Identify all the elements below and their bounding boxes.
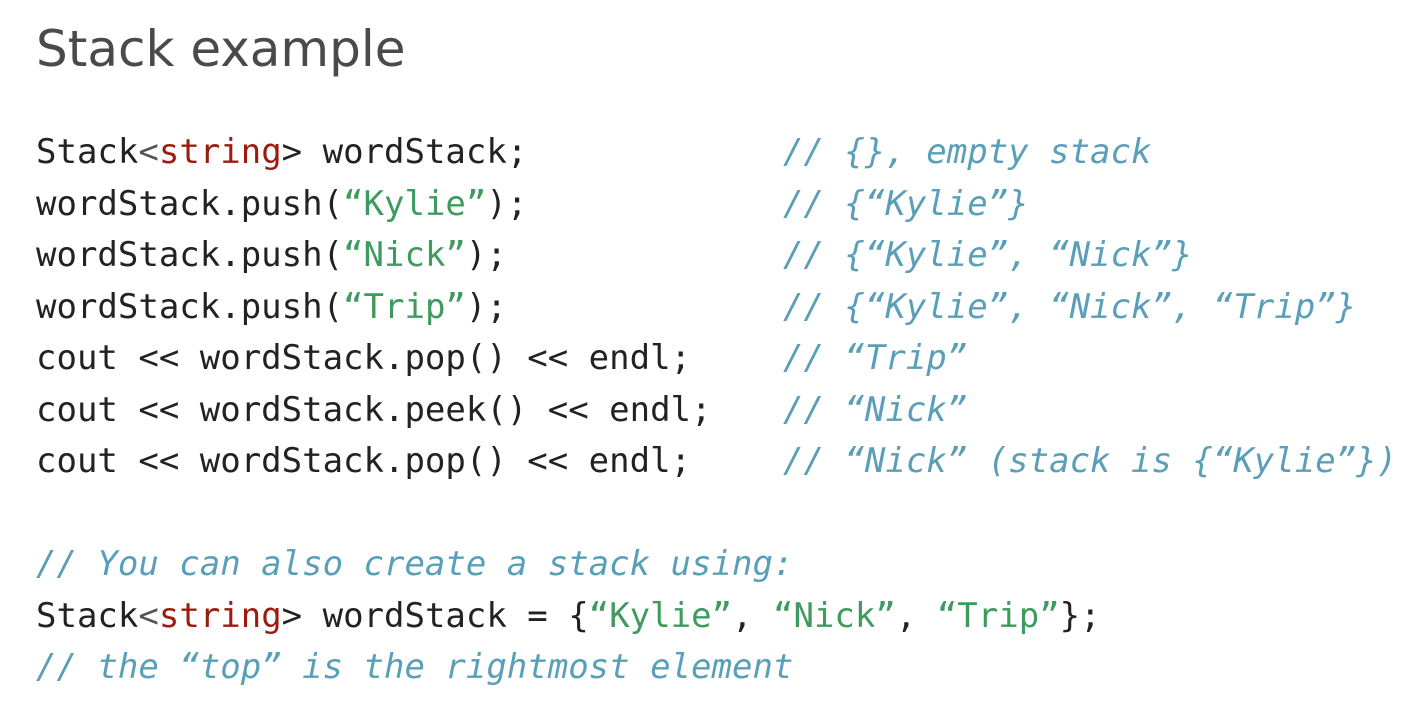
string-literal: Kylie bbox=[363, 183, 466, 224]
code-text: cout << wordStack.pop() << endl; bbox=[36, 338, 692, 378]
string-literal: Trip bbox=[363, 286, 446, 327]
code-line-pop: cout << wordStack.pop() << endl; // “Trip… bbox=[36, 333, 1101, 385]
code-comment: // {}, empty stack bbox=[783, 132, 1152, 172]
code-line-pop-again: cout << wordStack.pop() << endl; // “Nick… bbox=[36, 436, 1397, 488]
code-comment: // “Nick” (stack is {“Kylie”}) bbox=[783, 441, 1398, 481]
string-quote: ” bbox=[711, 595, 733, 636]
angle-bracket-open: < bbox=[138, 132, 159, 172]
slide-title: Stack example bbox=[36, 20, 406, 78]
string-quote: “ bbox=[343, 183, 364, 224]
type-keyword: string bbox=[158, 595, 282, 636]
code-line-declare-stack: Stack<string> wordStack; // {}, empty sta… bbox=[36, 127, 1151, 179]
string-literal: Nick bbox=[363, 235, 446, 275]
code-text: , bbox=[895, 595, 937, 636]
code-text: Stack bbox=[36, 132, 139, 172]
code-line-initializer-list: Stack<string> wordStack = {“Kylie”, “Nic… bbox=[36, 591, 1101, 643]
string-quote: ” bbox=[465, 183, 487, 224]
string-quote: ” bbox=[875, 595, 896, 636]
code-comment: // {“Kylie”, “Nick”, “Trip”} bbox=[783, 286, 1357, 327]
code-text: Stack bbox=[36, 595, 139, 636]
string-quote: “ bbox=[773, 595, 794, 636]
code-text: ); bbox=[486, 183, 528, 224]
code-text: > wordStack; bbox=[281, 132, 528, 172]
code-comment: // the “top” is the rightmost element bbox=[36, 647, 794, 687]
code-text: ); bbox=[465, 286, 507, 327]
code-text: > wordStack = { bbox=[281, 595, 589, 636]
string-quote: “ bbox=[588, 595, 610, 636]
code-text: cout << wordStack.peek() << endl; bbox=[36, 389, 712, 430]
code-line-push-trip: wordStack.push(“Trip”); // {“Kylie”, “Nic… bbox=[36, 282, 1356, 334]
code-text: , bbox=[732, 595, 773, 636]
string-quote: ” bbox=[445, 235, 466, 275]
string-quote: “ bbox=[343, 235, 364, 275]
code-comment: // “Nick” bbox=[783, 389, 968, 430]
code-line-push-kylie: wordStack.push(“Kylie”); // {“Kylie”} bbox=[36, 179, 1101, 231]
string-literal: Trip bbox=[957, 595, 1040, 636]
string-quote: “ bbox=[343, 286, 364, 327]
string-quote: “ bbox=[936, 595, 958, 636]
code-text: cout << wordStack.pop() << endl; bbox=[36, 441, 692, 481]
type-keyword: string bbox=[158, 132, 282, 172]
code-line-push-nick: wordStack.push(“Nick”); // {“Kylie”, “Nic… bbox=[36, 230, 1192, 282]
code-comment: // {“Kylie”} bbox=[783, 183, 1029, 224]
code-text: ); bbox=[465, 235, 507, 275]
code-line-peek: cout << wordStack.peek() << endl; // “Nic… bbox=[36, 385, 1101, 437]
code-text: }; bbox=[1059, 595, 1101, 636]
code-text: wordStack.push( bbox=[36, 286, 344, 327]
angle-bracket-open: < bbox=[138, 595, 159, 636]
code-comment: // {“Kylie”, “Nick”} bbox=[783, 235, 1193, 275]
string-literal: Kylie bbox=[609, 595, 712, 636]
code-line-comment-top: // the “top” is the rightmost element bbox=[36, 642, 1101, 694]
code-text: wordStack.push( bbox=[36, 235, 344, 275]
string-quote: ” bbox=[445, 286, 466, 327]
string-quote: ” bbox=[1039, 595, 1060, 636]
code-block: Stack<string> wordStack;// {}, empty sta… bbox=[36, 127, 1397, 694]
code-text: wordStack.push( bbox=[36, 183, 344, 224]
code-comment: // You can also create a stack using: bbox=[36, 544, 794, 584]
code-comment: // “Trip” bbox=[783, 338, 968, 378]
code-line-comment-alternative: // You can also create a stack using: bbox=[36, 539, 1101, 591]
string-literal: Nick bbox=[793, 595, 876, 636]
